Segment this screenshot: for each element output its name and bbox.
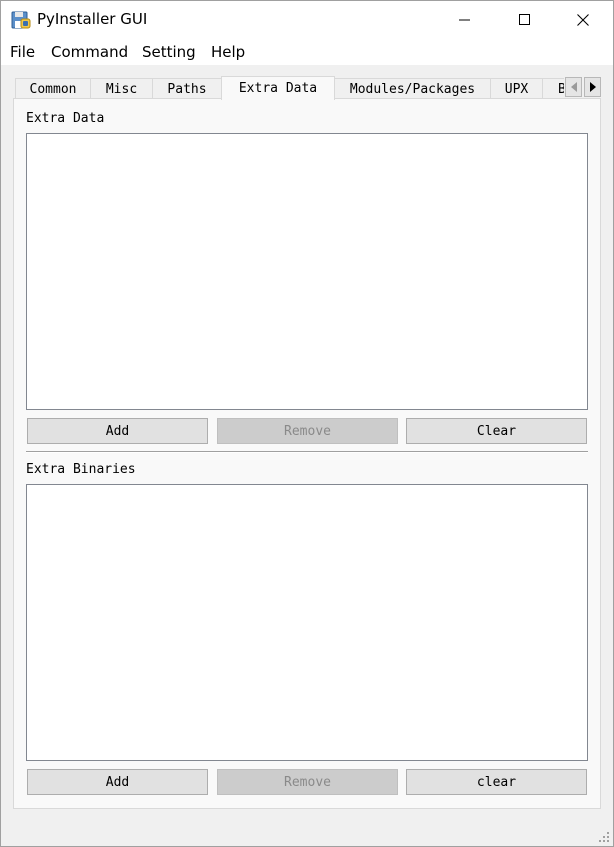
tab-partial-clip: B — [542, 78, 564, 99]
close-button[interactable] — [553, 1, 613, 39]
extra-binaries-remove-button[interactable]: Remove — [217, 769, 398, 795]
extra-binaries-list[interactable] — [26, 484, 588, 761]
title-bar[interactable]: PyInstaller GUI — [1, 1, 613, 39]
extra-binaries-clear-button[interactable]: clear — [406, 769, 587, 795]
menu-command[interactable]: Command — [51, 43, 128, 61]
menu-file[interactable]: File — [10, 43, 35, 61]
tab-partial[interactable]: B — [542, 78, 564, 99]
extra-data-list[interactable] — [26, 133, 588, 410]
tab-modules-packages[interactable]: Modules/Packages — [334, 78, 491, 99]
menu-help[interactable]: Help — [211, 43, 245, 61]
triangle-right-icon — [589, 82, 596, 92]
tab-extra-data[interactable]: Extra Data — [221, 76, 335, 100]
floppy-disk-python-icon — [11, 11, 31, 29]
tab-upx[interactable]: UPX — [490, 78, 543, 99]
tab-scroll-left-button[interactable] — [565, 77, 582, 97]
close-icon — [577, 14, 589, 26]
minimize-button[interactable] — [435, 1, 495, 39]
tab-common[interactable]: Common — [15, 78, 91, 99]
minimize-icon — [459, 19, 470, 21]
app-window: PyInstaller GUI File Command Setting Hel… — [0, 0, 614, 847]
extra-data-label: Extra Data — [26, 111, 105, 126]
menu-setting[interactable]: Setting — [142, 43, 196, 61]
extra-data-remove-button[interactable]: Remove — [217, 418, 398, 444]
maximize-icon — [519, 14, 530, 25]
tab-paths[interactable]: Paths — [152, 78, 222, 99]
triangle-left-icon — [570, 82, 577, 92]
extra-binaries-add-button[interactable]: Add — [27, 769, 208, 795]
tab-scroll-right-button[interactable] — [584, 77, 601, 97]
resize-grip-icon[interactable] — [598, 831, 610, 843]
window-title: PyInstaller GUI — [37, 10, 148, 28]
extra-binaries-label: Extra Binaries — [26, 462, 136, 477]
menu-bar: File Command Setting Help — [1, 39, 613, 65]
maximize-button[interactable] — [495, 1, 555, 39]
extra-data-add-button[interactable]: Add — [27, 418, 208, 444]
section-separator — [26, 451, 588, 453]
extra-data-clear-button[interactable]: Clear — [406, 418, 587, 444]
tab-misc[interactable]: Misc — [90, 78, 153, 99]
